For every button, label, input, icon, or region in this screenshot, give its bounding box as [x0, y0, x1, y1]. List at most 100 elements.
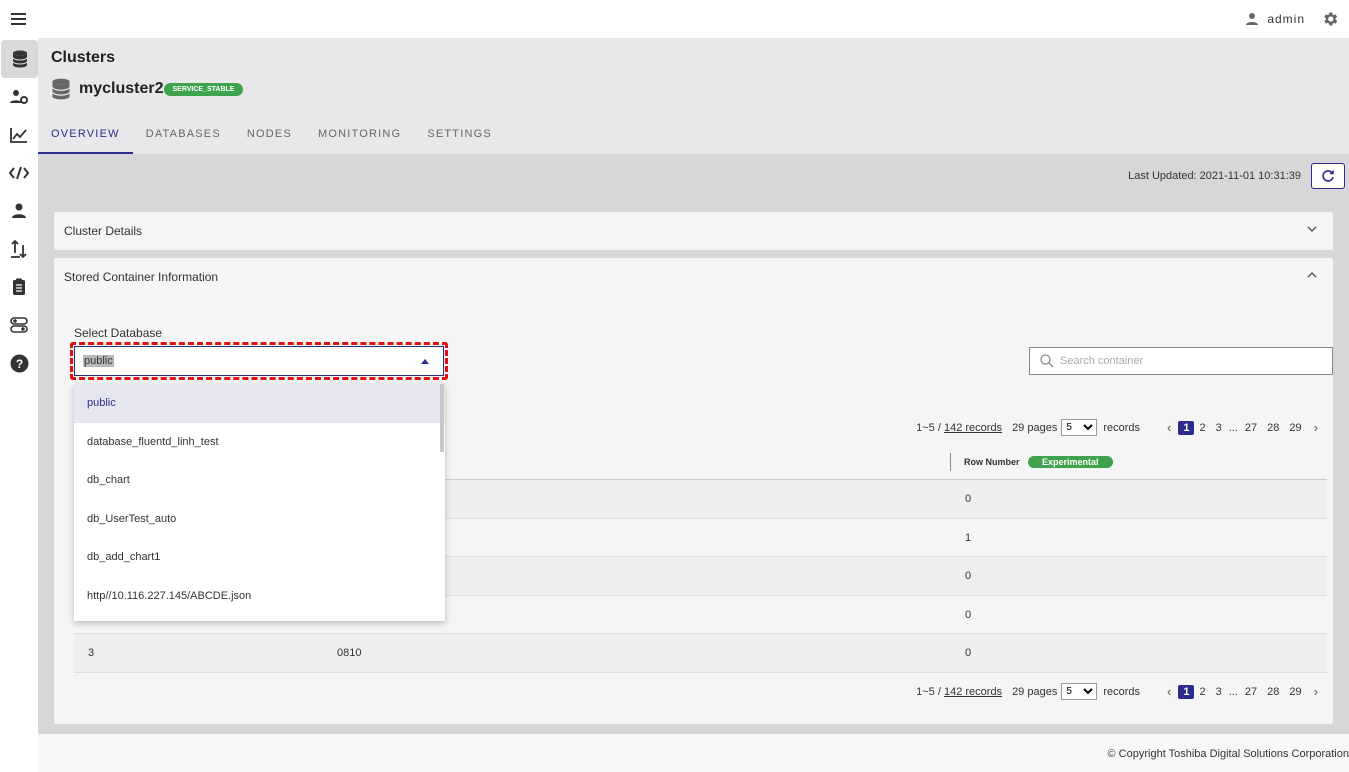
records-link[interactable]: 142 records: [944, 422, 1002, 434]
next-page-icon[interactable]: ›: [1307, 420, 1325, 435]
page-2[interactable]: 2: [1194, 422, 1210, 434]
page-3[interactable]: 3: [1211, 686, 1227, 698]
row-id-cell: 3: [88, 647, 95, 659]
page-1[interactable]: 1: [1178, 684, 1195, 699]
sidebar-item-import-export[interactable]: [0, 230, 38, 268]
dropdown-option[interactable]: db_UserTest_auto: [74, 500, 445, 539]
database-select-value: public: [83, 355, 114, 367]
page-28[interactable]: 28: [1262, 422, 1284, 434]
sidebar-item-help[interactable]: ?: [0, 344, 38, 382]
stored-container-header[interactable]: Stored Container Information: [54, 258, 1333, 296]
footer-copyright: © Copyright Toshiba Digital Solutions Co…: [1107, 748, 1349, 760]
page-29[interactable]: 29: [1284, 422, 1306, 434]
chart-line-icon: [10, 128, 27, 143]
gear-icon[interactable]: [1321, 10, 1339, 28]
tab-overview[interactable]: OVERVIEW: [38, 122, 133, 154]
column-row-number[interactable]: Row Number: [964, 457, 1020, 467]
last-updated: Last Updated: 2021-11-01 10:31:39: [1128, 170, 1301, 182]
page-2[interactable]: 2: [1194, 686, 1210, 698]
pagination-bottom: 1~5 / 142 records 29 pages 5 records ‹ 1…: [916, 683, 1325, 700]
tab-databases[interactable]: DATABASES: [133, 122, 234, 154]
sidebar-item-clusters[interactable]: [1, 40, 38, 78]
search-icon: [1040, 354, 1054, 368]
page-3[interactable]: 3: [1211, 422, 1227, 434]
database-icon: [12, 50, 27, 68]
users-icon: [12, 203, 26, 218]
table-row[interactable]: 3 0810 0: [74, 634, 1327, 673]
page-28[interactable]: 28: [1262, 686, 1284, 698]
user-settings-icon: [10, 90, 28, 104]
import-export-icon: [11, 240, 27, 258]
refresh-icon: [1322, 170, 1334, 182]
database-select[interactable]: public: [74, 346, 444, 376]
database-dropdown-list: public database_fluentd_linh_test db_cha…: [74, 384, 445, 621]
cluster-header: mycluster2 SERVICE_STABLE: [51, 78, 244, 100]
dropdown-option[interactable]: db_chart: [74, 461, 445, 500]
page-title: Clusters: [51, 49, 116, 66]
page-ellipsis: ...: [1228, 685, 1238, 698]
sidebar-item-sql[interactable]: [0, 154, 38, 192]
cluster-name: mycluster2: [79, 80, 164, 97]
page-29[interactable]: 29: [1284, 686, 1306, 698]
pagination-range: 1~5 / 142 records: [916, 685, 1003, 698]
search-container-box[interactable]: [1029, 347, 1333, 375]
username[interactable]: admin: [1267, 12, 1305, 26]
next-page-icon[interactable]: ›: [1307, 684, 1325, 699]
page-27[interactable]: 27: [1240, 422, 1262, 434]
pages-count: 29 pages: [1012, 685, 1058, 698]
pagination-top: 1~5 / 142 records 29 pages 5 records ‹ 1…: [916, 419, 1325, 436]
chevron-up-icon: [1307, 272, 1317, 278]
prev-page-icon[interactable]: ‹: [1160, 684, 1178, 699]
search-container-input[interactable]: [1060, 352, 1320, 370]
help-icon: ?: [10, 354, 28, 372]
page-27[interactable]: 27: [1240, 686, 1262, 698]
cluster-database-icon: [51, 78, 71, 100]
prev-page-icon[interactable]: ‹: [1160, 420, 1178, 435]
chevron-down-icon: [1307, 226, 1317, 232]
dropdown-option[interactable]: db_add_chart1: [74, 538, 445, 577]
dropdown-option[interactable]: database_fluentd_linh_test: [74, 423, 445, 462]
sidebar: ?: [0, 38, 38, 772]
sidebar-item-monitoring[interactable]: [0, 116, 38, 154]
container-name-cell: 0810: [337, 647, 362, 659]
dropdown-option[interactable]: http//10.116.227.145/ABCDE.json: [74, 577, 445, 616]
user-icon: [1245, 12, 1259, 26]
row-number-cell: 0: [965, 608, 972, 621]
page-size-select[interactable]: 5: [1061, 419, 1098, 436]
cluster-details-header[interactable]: Cluster Details: [54, 212, 1333, 250]
tab-monitoring[interactable]: MONITORING: [305, 122, 414, 154]
pages-count: 29 pages: [1012, 421, 1058, 434]
page-ellipsis: ...: [1228, 421, 1238, 434]
row-number-cell: 0: [965, 647, 972, 659]
stored-container-title: Stored Container Information: [64, 270, 219, 284]
tab-nodes[interactable]: NODES: [234, 122, 305, 154]
page-size-select[interactable]: 5: [1061, 683, 1098, 700]
dropdown-option[interactable]: public: [74, 384, 445, 423]
code-icon: [9, 166, 29, 180]
tab-settings[interactable]: SETTINGS: [414, 122, 505, 154]
records-label: records: [1103, 421, 1141, 434]
svg-text:?: ?: [15, 357, 22, 371]
cluster-details-panel[interactable]: Cluster Details: [54, 212, 1333, 250]
column-divider: [950, 453, 951, 471]
top-bar: admin: [0, 0, 1349, 38]
sidebar-item-configuration[interactable]: [0, 306, 38, 344]
dropdown-scrollbar[interactable]: [440, 384, 444, 452]
records-label: records: [1103, 685, 1141, 698]
clipboard-icon: [13, 278, 25, 295]
user-area: admin: [1245, 10, 1339, 28]
page-1[interactable]: 1: [1178, 420, 1195, 435]
sidebar-item-user-settings[interactable]: [0, 78, 38, 116]
row-number-cell: 0: [965, 493, 972, 505]
sidebar-item-logs[interactable]: [0, 268, 38, 306]
status-badge: SERVICE_STABLE: [163, 82, 244, 96]
records-link[interactable]: 142 records: [944, 686, 1002, 698]
refresh-button[interactable]: [1311, 163, 1345, 189]
menu-icon[interactable]: [11, 13, 26, 25]
toggles-icon: [10, 317, 28, 333]
select-database-label: Select Database: [74, 326, 163, 340]
cluster-details-title: Cluster Details: [64, 224, 143, 238]
tab-bar: OVERVIEW DATABASES NODES MONITORING SETT…: [38, 122, 505, 154]
experimental-badge: Experimental: [1028, 456, 1113, 468]
sidebar-item-users[interactable]: [0, 192, 38, 230]
